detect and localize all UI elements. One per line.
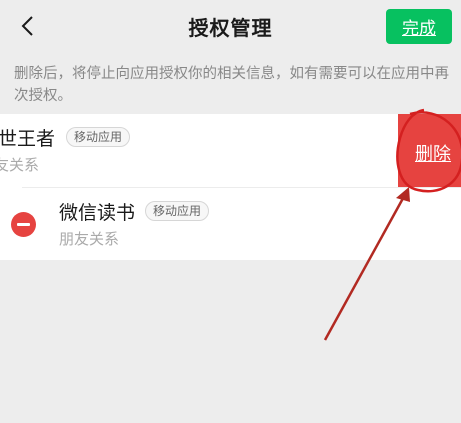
app-type-badge: 移动应用	[145, 201, 210, 221]
delete-button-label: 删除	[415, 144, 451, 165]
notice-text: 删除后，将停止向应用授权你的相关信息，如有需要可以在应用中再次授权。	[14, 66, 449, 104]
app-list: 世王者 移动应用 友关系 删除 微信读书 移动应用 朋友关系	[0, 114, 461, 260]
permission-text: 朋友关系	[59, 230, 120, 248]
app-type-badge: 移动应用	[66, 127, 131, 147]
permission-text: 友关系	[0, 156, 40, 174]
list-item[interactable]: 世王者 移动应用 友关系 删除	[0, 114, 461, 187]
delete-button[interactable]: 删除	[398, 114, 461, 187]
remove-circle-icon[interactable]	[11, 212, 36, 237]
app-name: 微信读书	[59, 202, 136, 224]
authorization-management-page: 授权管理 完成 删除后，将停止向应用授权你的相关信息，如有需要可以在应用中再次授…	[0, 0, 461, 423]
app-name: 世王者	[0, 128, 56, 150]
done-button[interactable]: 完成	[386, 9, 452, 44]
nav-header: 授权管理 完成	[0, 0, 461, 53]
list-item[interactable]: 微信读书 移动应用 朋友关系	[0, 188, 461, 260]
